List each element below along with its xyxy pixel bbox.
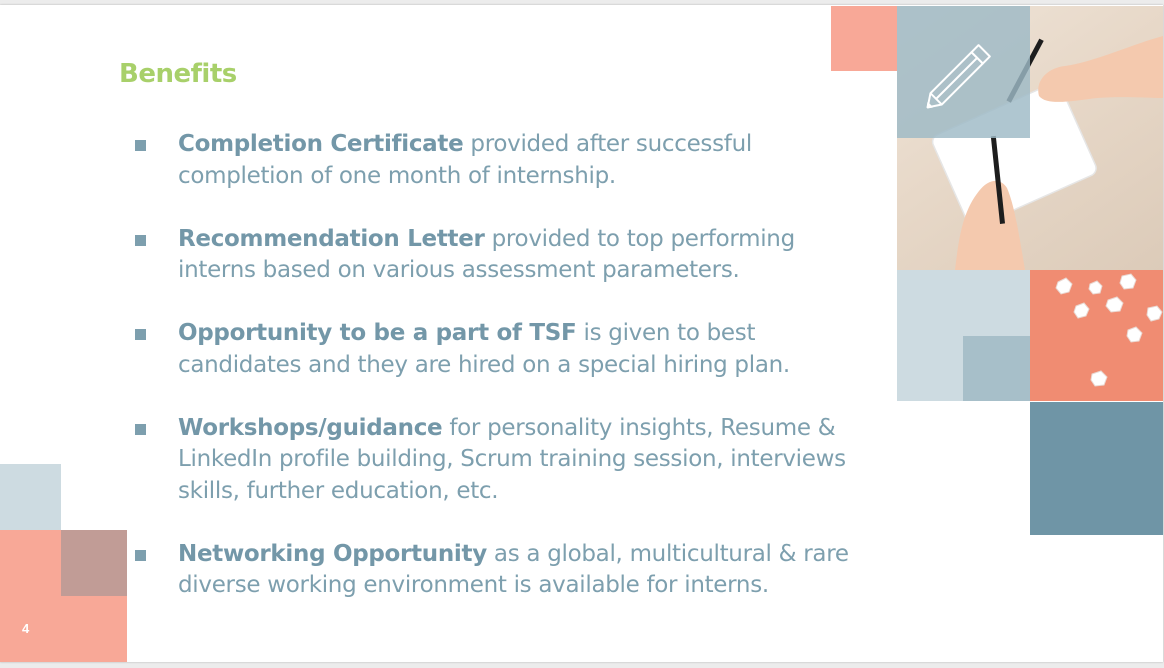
square-bullet-icon: [135, 234, 146, 246]
square-bullet-icon: [135, 549, 146, 561]
bullet-heading: Recommendation Letter: [178, 225, 485, 252]
mid-block-right: [963, 336, 1030, 401]
mauve-block-left: [61, 530, 127, 596]
bullet-completion-certificate: Completion Certificate provided after su…: [133, 129, 873, 192]
bullet-heading: Opportunity to be a part of TSF: [178, 320, 577, 346]
pencil-overlay-block: [897, 6, 1030, 138]
benefits-list: Completion Certificate provided after su…: [133, 129, 873, 602]
square-bullet-icon: [135, 140, 146, 151]
crumpled-paper-photo: [1030, 270, 1163, 401]
salmon-block-top: [831, 6, 897, 71]
bullet-networking-opportunity: Networking Opportunity as a global, mult…: [133, 539, 873, 602]
bullet-recommendation-letter: Recommendation Letter provided to top pe…: [133, 224, 873, 287]
bullet-heading: Completion Certificate: [178, 131, 464, 157]
bullet-heading: Networking Opportunity: [178, 540, 487, 567]
page-number: 4: [22, 621, 30, 636]
bullet-workshops-guidance: Workshops/guidance for personality insig…: [133, 413, 873, 508]
light-block-left: [0, 464, 61, 531]
steel-block-right: [1030, 402, 1163, 535]
bullet-opportunity-tsf: Opportunity to be a part of TSF is given…: [133, 318, 873, 381]
slide-title: Benefits: [119, 59, 237, 89]
bullet-heading: Workshops/guidance: [178, 414, 443, 441]
square-bullet-icon: [135, 329, 146, 340]
square-bullet-icon: [135, 423, 146, 435]
pencil-icon: [926, 44, 991, 109]
slide: 4 Benefits Completion Certificate provid…: [0, 5, 1163, 662]
